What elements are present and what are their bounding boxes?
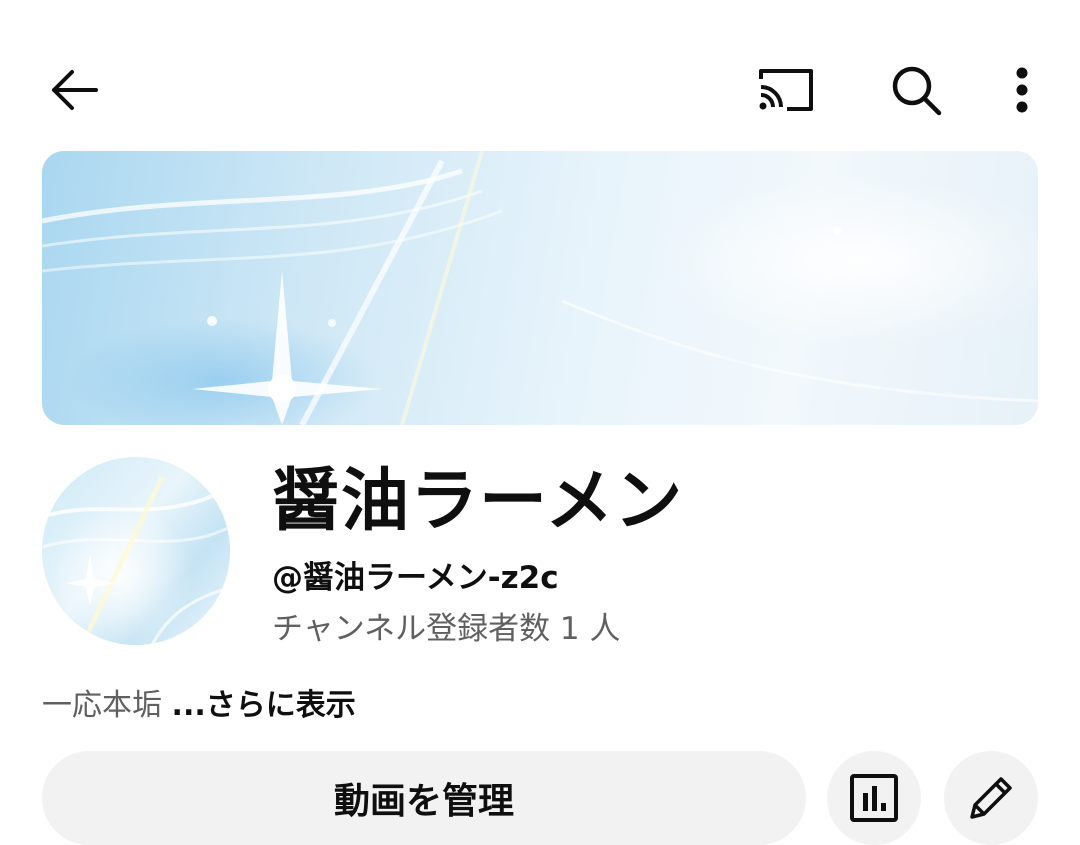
edit-channel-button[interactable] [944,751,1038,845]
pencil-icon [970,777,1012,819]
avatar-artwork [42,475,230,645]
subscriber-count: チャンネル登録者数 1 人 [272,611,621,647]
manage-videos-button[interactable]: 動画を管理 [42,751,806,845]
cast-icon [759,69,813,111]
search-button[interactable] [882,62,950,118]
channel-avatar[interactable] [42,457,230,645]
cast-button[interactable] [752,62,820,118]
more-vertical-icon [1016,67,1028,113]
back-button[interactable] [40,62,108,118]
more-options-button[interactable] [1000,62,1044,118]
channel-description[interactable]: 一応本垢 ...さらに表示 [42,680,356,724]
search-icon [892,66,942,116]
banner-artwork [42,151,1038,425]
channel-handle: @醤油ラーメン-z2c [272,560,559,596]
analytics-icon [850,774,898,822]
back-arrow-icon [52,70,98,110]
show-more-link[interactable]: ...さらに表示 [172,688,356,723]
description-text: 一応本垢 [42,688,172,723]
channel-name: 醤油ラーメン [272,462,684,541]
channel-banner [42,151,1038,425]
analytics-button[interactable] [827,751,921,845]
